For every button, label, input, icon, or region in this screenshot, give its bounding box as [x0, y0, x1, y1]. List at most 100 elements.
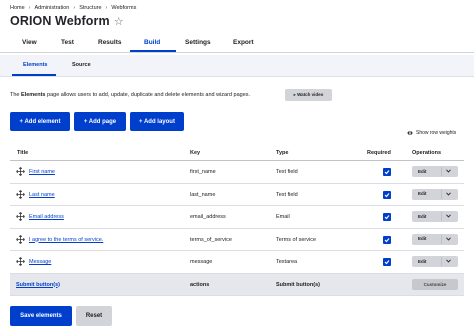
drag-handle-icon[interactable] — [16, 189, 25, 199]
table-header: Title Key Type Required Operations — [10, 145, 464, 161]
page-title: ORION Webform ☆ — [10, 14, 124, 28]
table-row: First name first_name Text field Edit — [10, 161, 464, 184]
element-type: Text field — [276, 191, 298, 198]
element-type: Text field — [276, 169, 298, 175]
active-tab-indicator — [130, 50, 176, 52]
element-key: terms_of_service — [190, 236, 232, 243]
column-header-required: Required — [367, 150, 391, 156]
column-header-title: Title — [17, 150, 29, 156]
page-title-text: ORION Webform — [10, 14, 110, 28]
chevron-down-icon[interactable] — [446, 259, 451, 263]
element-type: Textarea — [276, 259, 298, 265]
tab-settings[interactable]: Settings — [185, 39, 211, 46]
tab-build[interactable]: Build — [144, 39, 160, 46]
submit-buttons-row: Submit button(s) actions Submit button(s… — [10, 273, 464, 296]
submit-key: actions — [190, 281, 210, 288]
edit-label: Edit — [418, 168, 427, 174]
breadcrumb-separator: › — [73, 5, 76, 11]
button-divider — [441, 234, 442, 244]
show-row-weights-label: Show row weights — [416, 130, 457, 136]
edit-button[interactable]: Edit — [412, 188, 458, 200]
tab-view[interactable]: View — [22, 39, 37, 46]
chevron-down-icon[interactable] — [446, 214, 451, 218]
breadcrumb-separator: › — [105, 5, 108, 11]
tab-source[interactable]: Source — [72, 62, 91, 68]
edit-button[interactable]: Edit — [412, 166, 458, 177]
save-elements-button[interactable]: Save elements — [10, 306, 72, 326]
tab-elements[interactable]: Elements — [23, 62, 47, 68]
checkmark-icon — [384, 170, 390, 175]
star-icon[interactable]: ☆ — [114, 15, 124, 28]
chevron-down-icon[interactable] — [446, 191, 451, 196]
table-row: Email address email_address Email Edit — [10, 206, 464, 229]
element-key: message — [190, 259, 213, 265]
column-header-key: Key — [190, 150, 201, 156]
edit-button[interactable]: Edit — [412, 256, 458, 267]
drag-handle-icon[interactable] — [16, 167, 25, 176]
add-page-button[interactable]: + Add page — [74, 112, 126, 131]
breadcrumb-administration[interactable]: Administration — [35, 5, 70, 11]
button-divider — [441, 189, 442, 199]
drag-handle-icon[interactable] — [16, 257, 25, 266]
element-key: first_name — [190, 169, 216, 175]
element-title-link[interactable]: I agree to the terms of service. — [29, 237, 103, 243]
breadcrumb-separator: › — [28, 5, 31, 11]
required-checkbox[interactable] — [383, 213, 391, 221]
description-bold: Elements — [21, 92, 46, 98]
tab-test[interactable]: Test — [61, 39, 74, 46]
add-element-button[interactable]: + Add element — [10, 112, 70, 131]
description-prefix: The — [10, 92, 22, 98]
edit-label: Edit — [418, 213, 427, 219]
edit-button[interactable]: Edit — [412, 233, 458, 245]
required-checkbox[interactable] — [383, 235, 391, 244]
breadcrumb: Home › Administration › Structure › Webf… — [10, 5, 136, 11]
chevron-down-icon[interactable] — [446, 169, 451, 173]
elements-table: Title Key Type Required Operations First… — [10, 145, 464, 296]
element-type: Email — [276, 214, 290, 220]
page-header: Home › Administration › Structure › Webf… — [0, 0, 474, 53]
column-header-operations: Operations — [412, 150, 442, 156]
table-row: Last name last_name Text field Edit — [10, 184, 464, 206]
tab-export[interactable]: Export — [233, 39, 254, 46]
submit-buttons-link[interactable]: Submit button(s) — [16, 282, 60, 288]
edit-button[interactable]: Edit — [412, 211, 458, 222]
button-divider — [441, 167, 442, 176]
submit-type: Submit button(s) — [276, 281, 320, 288]
element-title-link[interactable]: Email address — [29, 214, 64, 220]
element-key: last_name — [190, 191, 216, 198]
add-layout-button[interactable]: + Add layout — [130, 112, 184, 131]
edit-label: Edit — [418, 258, 427, 264]
button-divider — [441, 257, 442, 266]
drag-handle-icon[interactable] — [16, 234, 25, 244]
element-type: Terms of service — [276, 236, 317, 243]
required-checkbox[interactable] — [383, 190, 391, 199]
element-title-link[interactable]: Last name — [29, 192, 55, 198]
checkmark-icon — [384, 237, 390, 242]
table-row: Message message Textarea Edit — [10, 251, 464, 274]
table-row: I agree to the terms of service. terms_o… — [10, 229, 464, 251]
column-header-type: Type — [276, 150, 289, 156]
checkmark-icon — [384, 192, 390, 197]
breadcrumb-webforms[interactable]: Webforms — [111, 5, 136, 11]
element-title-link[interactable]: Message — [29, 259, 51, 265]
watch-video-button[interactable]: ▸ Watch video — [285, 89, 332, 101]
edit-label: Edit — [418, 236, 427, 241]
tab-results[interactable]: Results — [98, 39, 121, 46]
customize-button[interactable]: Customize — [412, 278, 458, 290]
arrows-icon — [407, 130, 413, 136]
element-title-link[interactable]: First name — [29, 169, 55, 175]
required-checkbox[interactable] — [383, 168, 391, 176]
required-checkbox[interactable] — [383, 258, 391, 266]
show-row-weights-link[interactable]: Show row weights — [407, 130, 456, 136]
reset-button[interactable]: Reset — [76, 306, 112, 326]
chevron-down-icon[interactable] — [446, 236, 451, 241]
breadcrumb-home[interactable]: Home — [10, 5, 25, 11]
checkmark-icon — [384, 260, 390, 265]
page-description: The Elements page allows users to add, u… — [10, 92, 250, 98]
description-suffix: page allows users to add, update, duplic… — [45, 92, 251, 98]
checkmark-icon — [384, 215, 390, 220]
breadcrumb-structure[interactable]: Structure — [79, 5, 101, 11]
drag-handle-icon[interactable] — [16, 212, 25, 221]
active-subtab-indicator — [12, 74, 56, 76]
button-divider — [441, 212, 442, 221]
